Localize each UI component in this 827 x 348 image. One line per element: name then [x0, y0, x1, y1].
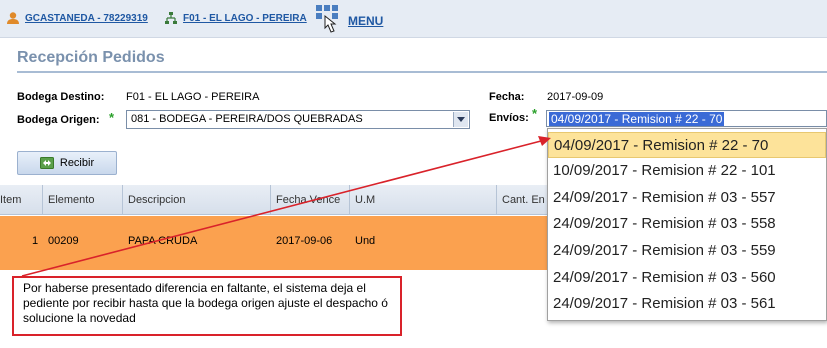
column-divider	[496, 185, 497, 215]
envios-option[interactable]: 24/09/2017 - Remision # 03 - 561	[548, 291, 826, 317]
cell-item: 1	[32, 235, 39, 247]
cell-fecha-vence: 2017-09-06	[276, 235, 333, 247]
user-label[interactable]: GCASTANEDA - 78229319	[25, 13, 148, 24]
title-divider	[17, 71, 827, 73]
annotation-callout: Por haberse presentado diferencia en fal…	[12, 276, 402, 336]
cell-um: Und	[355, 235, 376, 247]
envios-label: Envíos:	[489, 112, 529, 124]
recibir-button[interactable]: Recibir	[17, 151, 117, 175]
chevron-down-icon[interactable]	[453, 112, 468, 127]
col-cant-header[interactable]: Cant. En	[502, 194, 545, 206]
site-label[interactable]: F01 - EL LAGO - PEREIRA	[183, 13, 307, 24]
col-item-header[interactable]: Item	[0, 194, 21, 206]
bodega-destino-label: Bodega Destino:	[17, 91, 105, 103]
envios-dropdown-list: 04/09/2017 - Remision # 22 - 70 10/09/20…	[547, 128, 827, 321]
envios-option[interactable]: 24/09/2017 - Remision # 03 - 560	[548, 265, 826, 291]
column-divider	[122, 185, 123, 215]
col-um-header[interactable]: U.M	[355, 194, 375, 206]
sitemap-icon	[165, 12, 177, 24]
page-title: Recepción Pedidos	[17, 49, 165, 66]
envios-select[interactable]: 04/09/2017 - Remision # 22 - 70	[546, 110, 827, 127]
bodega-origen-select[interactable]: 081 - BODEGA - PEREIRA/DOS QUEBRADAS	[126, 110, 470, 129]
column-divider	[270, 185, 271, 215]
envios-option[interactable]: 24/09/2017 - Remision # 03 - 559	[548, 238, 826, 264]
bodega-destino-value: F01 - EL LAGO - PEREIRA	[126, 91, 260, 103]
col-fecha-vence-header[interactable]: Fecha Vence	[276, 194, 340, 206]
user-icon	[7, 12, 19, 24]
envios-option[interactable]: 24/09/2017 - Remision # 03 - 558	[548, 211, 826, 237]
menu-button[interactable]: MENU	[313, 2, 383, 34]
column-divider	[349, 185, 350, 215]
recibir-label[interactable]: Recibir	[60, 157, 94, 169]
menu-grid-hand-icon	[316, 5, 338, 33]
bodega-origen-label: Bodega Origen:	[17, 114, 100, 126]
required-mark: *	[109, 110, 115, 125]
cell-descripcion: PAPA CRUDA	[128, 235, 198, 247]
col-descripcion-header[interactable]: Descripcion	[128, 194, 185, 206]
cell-elemento: 00209	[48, 235, 79, 247]
top-bar: GCASTANEDA - 78229319 F01 - EL LAGO - PE…	[0, 0, 827, 38]
envios-option[interactable]: 04/09/2017 - Remision # 22 - 70	[548, 132, 826, 158]
col-elemento-header[interactable]: Elemento	[48, 194, 94, 206]
site-link[interactable]: F01 - EL LAGO - PEREIRA	[164, 11, 307, 25]
column-divider	[42, 185, 43, 215]
receive-icon	[39, 157, 54, 169]
envios-selected: 04/09/2017 - Remision # 22 - 70	[549, 112, 725, 126]
bodega-origen-selected: 081 - BODEGA - PEREIRA/DOS QUEBRADAS	[131, 113, 363, 125]
menu-label[interactable]: MENU	[348, 14, 383, 28]
envios-option[interactable]: 10/09/2017 - Remision # 22 - 101	[548, 158, 826, 184]
envios-option[interactable]: 24/09/2017 - Remision # 03 - 557	[548, 185, 826, 211]
required-mark: *	[532, 106, 538, 121]
user-link[interactable]: GCASTANEDA - 78229319	[6, 11, 148, 25]
fecha-label: Fecha:	[489, 91, 525, 103]
fecha-value: 2017-09-09	[547, 91, 604, 103]
